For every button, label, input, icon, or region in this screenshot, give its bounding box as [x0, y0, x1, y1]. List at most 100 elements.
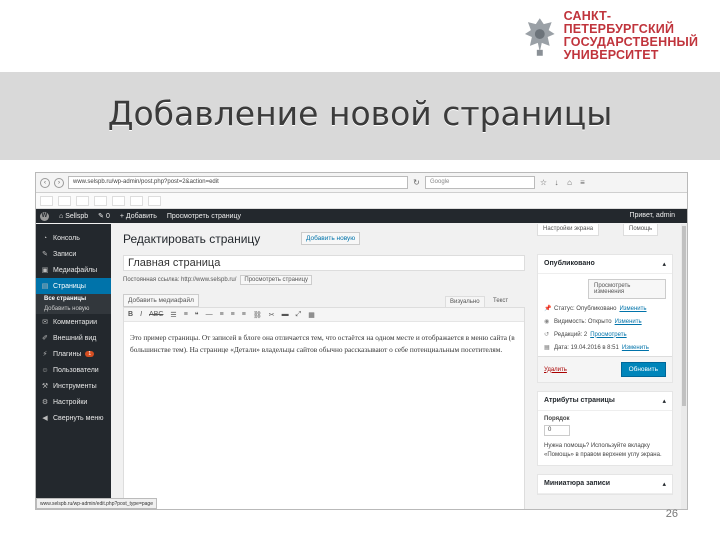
- sidebar-item-plugins[interactable]: ⚡ Плагины 1: [36, 346, 111, 362]
- thumbnail-title: Миниатюра записи: [544, 480, 611, 487]
- featured-image-box: Миниатюра записи ▴: [537, 474, 673, 495]
- ext-widget[interactable]: [129, 195, 143, 206]
- menu-icon[interactable]: ≡: [578, 178, 587, 187]
- logo-line-3: УНИВЕРСИТЕТ: [563, 48, 659, 62]
- brush-icon: ✐: [42, 335, 48, 342]
- hr-icon[interactable]: —: [206, 311, 213, 318]
- collapse-arrow-icon[interactable]: ▴: [662, 260, 666, 268]
- sidebar-item-media[interactable]: ▣ Медиафайлы: [36, 262, 111, 278]
- revisions-row: ↺ Редакций: 2 Просмотреть: [544, 331, 666, 339]
- visibility-row: ◉ Видимость: Открыто Изменить: [544, 318, 666, 326]
- ext-widget[interactable]: [111, 195, 125, 206]
- view-page-button[interactable]: Просмотреть страницу: [240, 275, 313, 285]
- reload-icon[interactable]: ↻: [412, 178, 421, 187]
- sidebar-item-comments[interactable]: ✉ Комментарии: [36, 314, 111, 330]
- home-icon[interactable]: ⌂: [565, 178, 574, 187]
- sidebar-item-label: Страницы: [53, 282, 86, 290]
- align-left-icon[interactable]: ≡: [220, 311, 224, 318]
- edit-status-link[interactable]: Изменить: [619, 306, 646, 312]
- sidebar-item-posts[interactable]: ✎ Записи: [36, 246, 111, 262]
- content-editor[interactable]: B I ABC ☰ ≡ ❝ — ≡ ≡ ≡ ⛓ ✂ ▬ ⤢ ▦ Это прим…: [123, 307, 525, 509]
- add-new-link[interactable]: + Добавить: [120, 213, 157, 220]
- edit-date-link[interactable]: Изменить: [622, 345, 649, 351]
- editor-text[interactable]: Это пример страницы. От записей в блоге …: [124, 322, 524, 366]
- users-icon: ☺: [41, 366, 49, 374]
- unlink-icon[interactable]: ✂: [269, 311, 275, 319]
- edit-visibility-link[interactable]: Изменить: [615, 319, 642, 325]
- scrollbar-thumb[interactable]: [682, 226, 686, 406]
- search-input[interactable]: Google: [425, 176, 535, 189]
- ext-widget[interactable]: [40, 195, 53, 206]
- sidebar-item-label: Настройки: [53, 398, 88, 406]
- add-media-button[interactable]: Добавить медиафайл: [123, 294, 199, 307]
- screen-options-button[interactable]: Настройки экрана: [537, 224, 600, 236]
- sidebar-item-label: Внешний вид: [53, 334, 97, 342]
- extensions-bar: [36, 193, 687, 209]
- view-page-link[interactable]: Просмотреть страницу: [167, 213, 241, 220]
- strikethrough-icon[interactable]: ABC: [149, 311, 163, 318]
- sidebar-item-dashboard[interactable]: ◔ Консоль: [36, 230, 111, 246]
- wordpress-logo-icon[interactable]: W: [40, 211, 49, 221]
- sidebar-item-collapse[interactable]: ◀ Свернуть меню: [36, 410, 111, 426]
- attributes-title: Атрибуты страницы: [544, 397, 615, 404]
- ext-widget[interactable]: [93, 195, 107, 206]
- toolbar-toggle-icon[interactable]: ▦: [308, 311, 315, 319]
- bold-icon[interactable]: B: [128, 311, 133, 318]
- comments-icon[interactable]: ✎ 0: [98, 212, 110, 220]
- sidebar-item-tools[interactable]: ⚒ Инструменты: [36, 378, 111, 394]
- logo-line-1: САНКТ-ПЕТЕРБУРГСКИЙ: [563, 9, 675, 36]
- sidebar-item-users[interactable]: ☺ Пользователи: [36, 362, 111, 378]
- university-logo: САНКТ-ПЕТЕРБУРГСКИЙ ГОСУДАРСТВЕННЫЙ УНИВ…: [522, 10, 720, 62]
- help-button[interactable]: Помощь: [623, 224, 659, 236]
- collapse-arrow-icon[interactable]: ▴: [662, 480, 666, 488]
- align-center-icon[interactable]: ≡: [231, 311, 235, 318]
- address-bar[interactable]: www.selspb.ru/wp-admin/post.php?post=2&a…: [68, 176, 408, 189]
- sidebar-sub-add-new[interactable]: Добавить новую: [36, 304, 111, 314]
- sidebar-item-pages[interactable]: ▤ Страницы: [36, 278, 111, 294]
- italic-icon[interactable]: I: [140, 311, 142, 318]
- more-icon[interactable]: ▬: [282, 311, 289, 318]
- scrollbar[interactable]: [681, 224, 687, 509]
- browse-revisions-link[interactable]: Просмотреть: [590, 332, 626, 338]
- tools-icon: ⚒: [41, 383, 49, 390]
- link-icon[interactable]: ⛓: [253, 311, 262, 319]
- add-new-page-button[interactable]: Добавить новую: [301, 232, 361, 245]
- align-right-icon[interactable]: ≡: [242, 311, 246, 318]
- quote-icon[interactable]: ❝: [195, 311, 199, 319]
- sidebar-item-settings[interactable]: ⚙ Настройки: [36, 394, 111, 410]
- ext-widget[interactable]: [75, 195, 89, 206]
- download-icon[interactable]: ↓: [552, 178, 561, 187]
- tab-visual[interactable]: Визуально: [445, 296, 485, 307]
- wordpress-screenshot: ‹ › www.selspb.ru/wp-admin/post.php?post…: [35, 172, 688, 510]
- add-label: Добавить: [125, 212, 157, 220]
- site-name-link[interactable]: ⌂ Sellspb: [59, 213, 88, 220]
- collapse-arrow-icon[interactable]: ▴: [662, 397, 666, 405]
- trash-link[interactable]: Удалить: [544, 367, 567, 373]
- ext-widget[interactable]: [57, 195, 71, 206]
- editor-toolbar: B I ABC ☰ ≡ ❝ — ≡ ≡ ≡ ⛓ ✂ ▬ ⤢ ▦: [124, 308, 524, 322]
- order-input[interactable]: 0: [544, 425, 570, 436]
- numbered-list-icon[interactable]: ≡: [184, 311, 188, 318]
- permalink-label[interactable]: Постоянная ссылка: http://www.selspb.ru/: [123, 277, 236, 283]
- permalink-row: Постоянная ссылка: http://www.selspb.ru/…: [123, 275, 313, 285]
- update-button[interactable]: Обновить: [620, 362, 666, 377]
- dashboard-icon: ◔: [42, 234, 48, 242]
- forward-icon[interactable]: ›: [54, 177, 64, 188]
- ext-widget[interactable]: [147, 195, 161, 206]
- sidebar-item-appearance[interactable]: ✐ Внешний вид: [36, 330, 111, 346]
- star-icon[interactable]: ☆: [539, 178, 548, 187]
- user-greeting[interactable]: Привет, admin: [629, 212, 675, 219]
- plugin-icon: ⚡: [42, 351, 48, 358]
- bullet-list-icon[interactable]: ☰: [170, 311, 176, 319]
- preview-changes-button[interactable]: Просмотреть изменения: [588, 279, 666, 299]
- sidebar-item-label: Пользователи: [53, 366, 99, 374]
- eagle-emblem-icon: [524, 18, 555, 56]
- page-title-input[interactable]: Главная страница: [123, 255, 525, 271]
- sidebar-sub-all-pages[interactable]: Все страницы: [36, 294, 111, 304]
- status-row: 📌 Статус: Опубликовано Изменить: [544, 305, 666, 313]
- order-label: Порядок: [544, 416, 570, 422]
- tab-text[interactable]: Текст: [489, 296, 512, 306]
- page-attributes-box: Атрибуты страницы ▴ Порядок 0 Нужна помощ…: [537, 391, 673, 466]
- fullscreen-icon[interactable]: ⤢: [296, 311, 302, 319]
- back-icon[interactable]: ‹: [40, 177, 50, 188]
